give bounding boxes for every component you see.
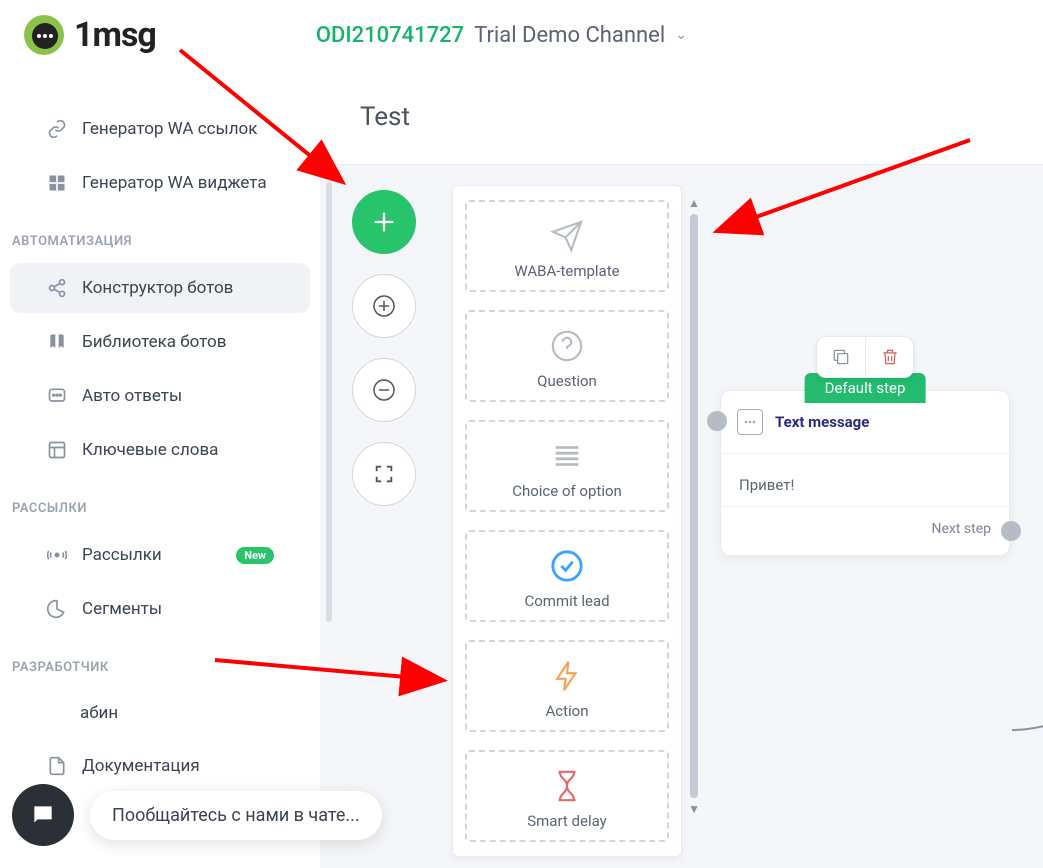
text-message-icon <box>737 409 763 435</box>
scroll-indicator <box>326 182 332 622</box>
topbar: 1msg ODI210741727 Trial Demo Channel ⌄ <box>0 0 1043 70</box>
channel-name: Trial Demo Channel <box>474 23 665 48</box>
nav-keywords[interactable]: Ключевые слова <box>10 425 310 475</box>
triangle-up-icon: ▲ <box>688 196 700 210</box>
nav-auto-replies[interactable]: Авто ответы <box>10 371 310 421</box>
block-label: Choice of option <box>475 482 659 500</box>
logo[interactable]: 1msg <box>24 15 156 55</box>
block-choice[interactable]: Choice of option <box>465 420 669 512</box>
new-badge: New <box>236 547 274 564</box>
flow-node[interactable]: Default step Text message Привет! Next s… <box>720 390 1010 556</box>
nav-cabinet[interactable]: абин <box>10 689 310 737</box>
grid-icon <box>46 172 68 194</box>
input-port[interactable] <box>707 411 727 431</box>
broadcast-icon <box>46 544 68 566</box>
chat-launcher[interactable] <box>12 784 74 846</box>
output-port[interactable] <box>1001 521 1021 541</box>
link-icon <box>46 118 68 140</box>
content: Test WABA-template <box>320 70 1043 868</box>
sidebar: Генератор WA ссылок Генератор WA виджета… <box>0 70 320 868</box>
nav-label: абин <box>80 703 118 723</box>
nav-link-generator[interactable]: Генератор WA ссылок <box>10 104 310 154</box>
block-label: Action <box>475 702 659 720</box>
check-icon <box>475 548 659 584</box>
add-button[interactable] <box>352 190 416 254</box>
section-automation: АВТОМАТИЗАЦИЯ <box>0 212 320 259</box>
document-icon <box>46 755 68 777</box>
layout-icon <box>46 439 68 461</box>
nav-segments[interactable]: Сегменты <box>10 584 310 634</box>
nav-widget-generator[interactable]: Генератор WA виджета <box>10 158 310 208</box>
bolt-icon <box>475 658 659 694</box>
node-type-label: Text message <box>775 413 869 431</box>
nav-label: Генератор WA виджета <box>82 173 267 193</box>
page-title: Test <box>320 70 1043 165</box>
hourglass-icon <box>475 768 659 804</box>
node-body[interactable]: Привет! <box>721 454 1009 507</box>
zoom-out-button[interactable] <box>352 358 416 422</box>
node-footer: Next step <box>721 507 1009 555</box>
connection-line <box>1010 560 1043 740</box>
next-step-label: Next step <box>932 521 992 537</box>
nav-label: Ключевые слова <box>82 440 218 460</box>
nav-label: Рассылки <box>82 545 162 565</box>
chat-prompt[interactable]: Пообщайтесь с нами в чате... <box>90 791 382 840</box>
canvas[interactable]: WABA-template Question Choice of option … <box>320 170 1043 868</box>
block-label: WABA-template <box>475 262 659 280</box>
fullscreen-button[interactable] <box>352 442 416 506</box>
node-toolbar <box>816 336 914 378</box>
share-icon <box>46 277 68 299</box>
block-commit-lead[interactable]: Commit lead <box>465 530 669 622</box>
section-campaigns: РАССЫЛКИ <box>0 479 320 526</box>
logo-text: 1msg <box>74 15 156 55</box>
block-smart-delay[interactable]: Smart delay <box>465 750 669 842</box>
nav-bot-constructor[interactable]: Конструктор ботов <box>10 263 310 313</box>
block-waba-template[interactable]: WABA-template <box>465 200 669 292</box>
zoom-in-button[interactable] <box>352 274 416 338</box>
chat-widget: Пообщайтесь с нами в чате... <box>12 784 382 846</box>
nav-label: Сегменты <box>82 599 162 619</box>
nav-label: Документация <box>82 756 200 776</box>
nav-label: Конструктор ботов <box>82 278 233 298</box>
delete-button[interactable] <box>865 337 913 377</box>
blocks-menu: WABA-template Question Choice of option … <box>452 185 682 857</box>
copy-button[interactable] <box>817 337 865 377</box>
nav-label: Генератор WA ссылок <box>82 119 257 139</box>
list-icon <box>475 438 659 474</box>
block-question[interactable]: Question <box>465 310 669 402</box>
send-icon <box>475 218 659 254</box>
block-label: Question <box>475 372 659 390</box>
question-icon <box>475 328 659 364</box>
nav-label: Библиотека ботов <box>82 332 226 352</box>
channel-selector[interactable]: ODI210741727 Trial Demo Channel ⌄ <box>316 23 687 48</box>
section-developer: РАЗРАБОТЧИК <box>0 638 320 685</box>
nav-bot-library[interactable]: Библиотека ботов <box>10 317 310 367</box>
message-icon <box>46 385 68 407</box>
nav-label: Авто ответы <box>82 386 182 406</box>
channel-id: ODI210741727 <box>316 23 464 48</box>
chevron-down-icon: ⌄ <box>675 27 687 43</box>
block-label: Commit lead <box>475 592 659 610</box>
block-action[interactable]: Action <box>465 640 669 732</box>
toolbar-column <box>352 190 416 506</box>
pie-icon <box>46 598 68 620</box>
book-icon <box>46 331 68 353</box>
triangle-down-icon: ▼ <box>688 802 700 816</box>
nav-campaigns[interactable]: Рассылки New <box>10 530 310 580</box>
menu-scrollbar[interactable]: ▲ ▼ <box>690 196 698 816</box>
block-label: Smart delay <box>475 812 659 830</box>
